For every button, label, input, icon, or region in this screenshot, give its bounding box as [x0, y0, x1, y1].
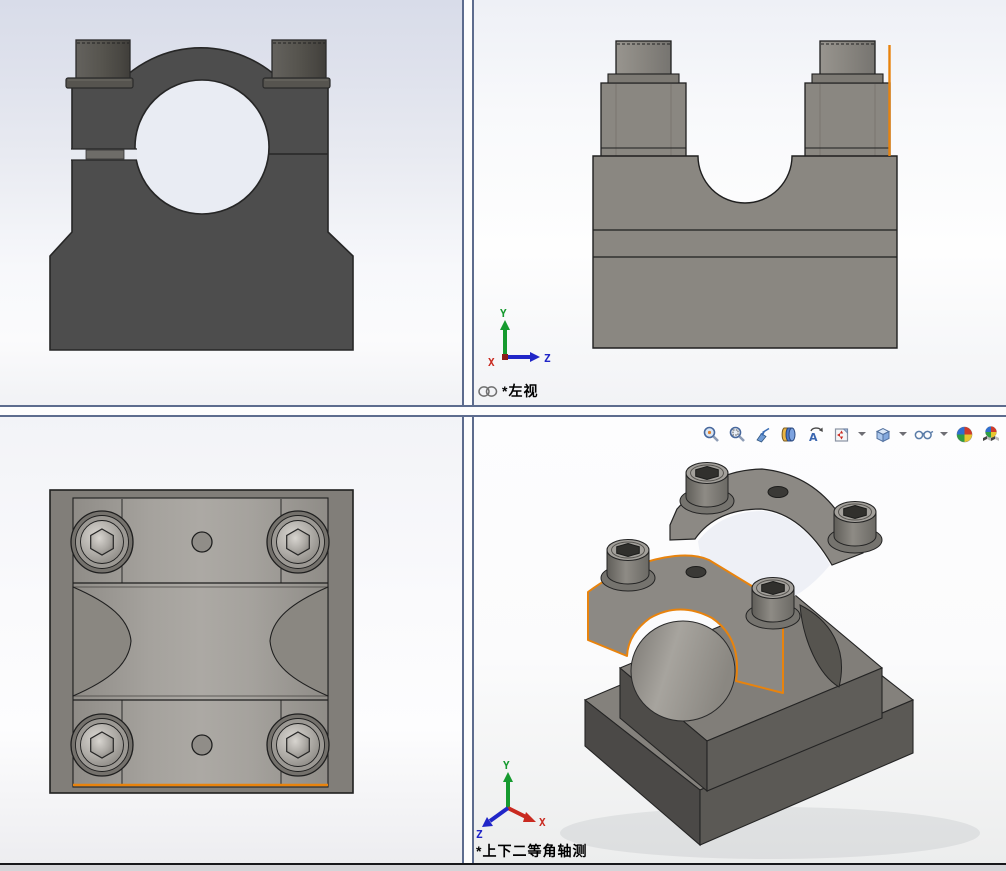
bolt-front-left[interactable] — [65, 39, 134, 89]
chain-link-icon — [478, 385, 498, 397]
left-view-canvas[interactable]: Y Z X — [470, 0, 1006, 405]
hide-show-items-icon[interactable] — [913, 424, 934, 445]
viewport-left-view[interactable]: Y Z X *左视 — [470, 0, 1006, 405]
viewport-isometric-view[interactable]: Y X Z A *上下二等角轴测 — [470, 413, 1006, 863]
hide-show-items-dropdown-caret[interactable] — [940, 432, 948, 436]
heads-up-view-toolbar: A — [698, 419, 1004, 449]
3d-drawing-view-icon[interactable]: A — [805, 424, 826, 445]
viewport-top-view[interactable] — [0, 413, 462, 863]
view-orientation-dropdown-caret[interactable] — [858, 432, 866, 436]
dowel-hole-top[interactable] — [191, 531, 213, 553]
orientation-triad: Y X Z — [476, 759, 546, 841]
socket-screw-bottom-left[interactable] — [70, 713, 134, 777]
orientation-triad: Y Z X — [488, 307, 551, 369]
isometric-canvas[interactable]: Y X Z — [470, 413, 1006, 863]
cap-hole-front — [685, 566, 707, 578]
socket-screw-bottom-right[interactable] — [266, 713, 330, 777]
zoom-to-area-icon[interactable] — [727, 424, 748, 445]
edit-appearance-icon[interactable] — [954, 424, 975, 445]
bolt-front-right[interactable] — [262, 39, 331, 89]
view-orientation-label: *左视 — [478, 381, 538, 401]
top-view-canvas[interactable] — [0, 413, 462, 863]
socket-screw-top-left[interactable] — [70, 510, 134, 574]
socket-screw-front-left[interactable] — [600, 538, 656, 592]
clamp-post-left[interactable] — [600, 40, 687, 158]
previous-view-icon[interactable] — [753, 424, 774, 445]
front-view-canvas[interactable] — [0, 0, 462, 405]
triad-z-label: Z — [544, 352, 551, 365]
triad-y-label: Y — [503, 759, 510, 772]
viewport-splitter-vertical[interactable] — [462, 0, 474, 863]
dowel-hole-bottom[interactable] — [191, 734, 213, 756]
clamp-base-side[interactable] — [592, 155, 898, 349]
zoom-to-fit-icon[interactable] — [701, 424, 722, 445]
socket-screw-front-center[interactable] — [745, 576, 801, 630]
cap-hole-rear — [767, 486, 789, 498]
bore-cylinder[interactable] — [630, 620, 736, 722]
view-name-text: *左视 — [502, 383, 539, 399]
triad-x-label: X — [539, 816, 546, 829]
display-style-dropdown-caret[interactable] — [899, 432, 907, 436]
viewport-splitter-horizontal[interactable] — [0, 405, 1006, 417]
triad-y-label: Y — [500, 307, 507, 320]
display-style-icon[interactable] — [872, 424, 893, 445]
view-orientation-label: *上下二等角轴测 — [476, 841, 587, 861]
status-bar-strip — [0, 865, 1006, 871]
triad-z-label: Z — [476, 828, 483, 841]
view-name-text: *上下二等角轴测 — [476, 843, 588, 859]
bore-hole-front[interactable] — [134, 79, 270, 215]
section-view-icon[interactable] — [779, 424, 800, 445]
triad-x-label: X — [488, 356, 495, 369]
apply-scene-icon[interactable] — [980, 424, 1001, 445]
socket-screw-back-left[interactable] — [679, 461, 735, 515]
socket-screw-back-right[interactable] — [827, 500, 883, 554]
cad-multiview-workspace: Y Z X *左视 Y X Z A *上下二等角轴测 — [0, 0, 1006, 871]
view-orientation-icon[interactable] — [831, 424, 852, 445]
clamp-split-tab — [85, 149, 125, 160]
clamp-post-right[interactable] — [804, 40, 891, 158]
socket-screw-top-right[interactable] — [266, 510, 330, 574]
viewport-front-view[interactable] — [0, 0, 462, 405]
svg-text:A: A — [809, 431, 818, 444]
